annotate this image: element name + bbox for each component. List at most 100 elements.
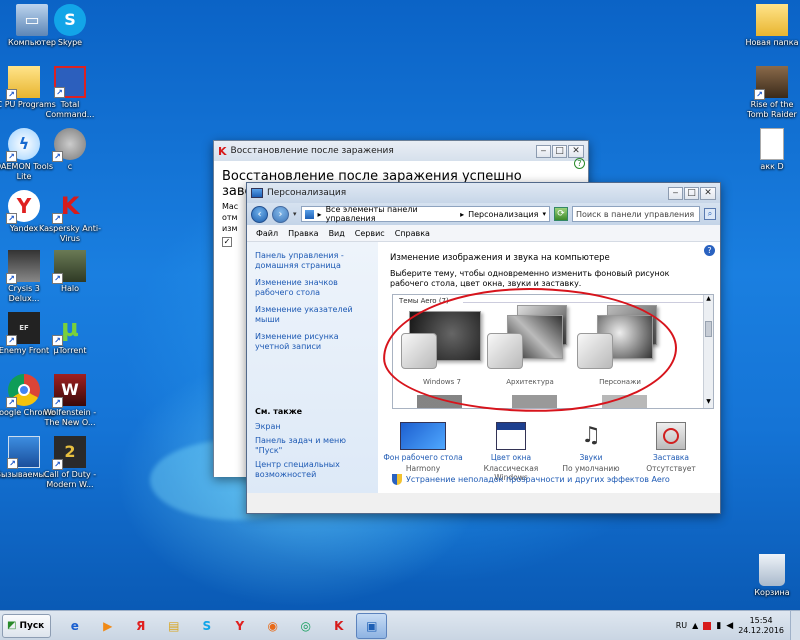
refresh-icon[interactable]: ⟳ (554, 207, 568, 221)
help-icon[interactable]: ? (574, 158, 585, 169)
taskbar-personalization-icon[interactable]: ▣ (356, 612, 388, 639)
shortcut-arrow-icon: ↗ (6, 335, 17, 346)
desktop-background-icon (400, 422, 446, 450)
taskbar-kaspersky-icon[interactable]: K (323, 613, 354, 639)
scroll-down-arrow-icon[interactable]: ▼ (704, 398, 713, 408)
see-also-section: См. также Экран Панель задач и меню "Пус… (255, 407, 373, 487)
taskbar-yandex-icon[interactable]: Я (125, 613, 156, 639)
shortcut-arrow-icon: ↗ (54, 87, 65, 98)
desktop-icon-tomb-raider[interactable]: ↗ Rise of the Tomb Raider (740, 66, 800, 120)
desktop-icon-recycle-bin[interactable]: Корзина (740, 554, 800, 598)
kaspersky-tray-icon[interactable] (703, 621, 712, 630)
minimize-button[interactable]: ‒ (668, 186, 683, 200)
disinfection-titlebar[interactable]: K Восстановление после заражения ‒ □ ✕ (214, 141, 588, 161)
shortcut-arrow-icon: ↗ (52, 397, 63, 408)
account-picture-link[interactable]: Изменение рисунка учетной записи (255, 332, 370, 352)
taskbar: ◩ Пуск e ▶ Я ▤ S Y ◉ ◎ K ▣ RU ▲ ▮ ◀ 15:5… (0, 610, 800, 640)
chevron-right-icon: ▸ (460, 209, 465, 219)
minimize-button[interactable]: ‒ (536, 144, 551, 158)
desktop-icon-kaspersky[interactable]: K ↗ Kaspersky Anti-Virus (38, 190, 102, 244)
clock-time: 15:54 (749, 615, 773, 625)
taskbar-explorer-icon[interactable]: ▤ (158, 613, 189, 639)
chevron-down-icon[interactable]: ▾ (293, 210, 297, 218)
taskbar-ie-icon[interactable]: e (59, 613, 90, 639)
troubleshoot-aero-link[interactable]: Устранение неполадок прозрачности и друг… (406, 475, 670, 484)
main-heading: Изменение изображения и звука на компьют… (390, 253, 610, 263)
window-color-icon (496, 422, 526, 450)
search-placeholder: Поиск в панели управления (576, 209, 695, 219)
search-input[interactable]: Поиск в панели управления (572, 206, 700, 222)
disinfection-window-title: Восстановление после заражения (230, 146, 394, 156)
shortcut-arrow-icon: ↗ (7, 458, 18, 469)
network-icon[interactable]: ▮ (716, 621, 721, 631)
clock-date: 24.12.2016 (738, 625, 784, 635)
desktop-icon-wolfenstein[interactable]: W ↗ Wolfenstein - The New O... (38, 374, 102, 428)
shortcut-arrow-icon: ↗ (6, 213, 17, 224)
taskbar-firefox-icon[interactable]: ◉ (257, 613, 288, 639)
clock[interactable]: 15:54 24.12.2016 (738, 616, 784, 636)
desktop-icon-utorrent[interactable]: µ ↗ µTorrent (38, 312, 102, 356)
desktop-icon-call-of-duty[interactable]: 2 ↗ Call of Duty - Modern W... (38, 436, 102, 490)
desktop-icon-halo[interactable]: ↗ Halo (38, 250, 102, 294)
menu-edit[interactable]: Правка (288, 229, 318, 238)
menu-help[interactable]: Справка (395, 229, 430, 238)
kaspersky-icon: K ↗ (52, 190, 86, 224)
desktop-icon-akk-d[interactable]: акк D (740, 128, 800, 172)
shortcut-arrow-icon: ↗ (52, 151, 63, 162)
screen-saver-item[interactable]: Заставка Отсутствует (628, 422, 714, 473)
taskbar-skype-icon[interactable]: S (191, 613, 222, 639)
window-color-item[interactable]: Цвет окна Классическая Windows (468, 422, 554, 482)
taskbar-start-link[interactable]: Панель задач и меню "Пуск" (255, 436, 373, 456)
breadcrumb-personalization[interactable]: Персонализация (468, 210, 538, 219)
desktop-icon-skype[interactable]: S Skype (38, 4, 102, 48)
breadcrumb-all-items[interactable]: Все элементы панели управления (326, 205, 457, 223)
back-arrow-icon[interactable]: ‹ (251, 205, 268, 223)
menu-tools[interactable]: Сервис (355, 229, 385, 238)
crysis-icon: ↗ (6, 250, 40, 284)
themes-scrollbar[interactable]: ▲ ▼ (703, 295, 713, 408)
shortcut-arrow-icon: ↗ (52, 335, 63, 346)
shortcut-arrow-icon: ↗ (6, 273, 17, 284)
desktop-icon-new-folder[interactable]: Новая папка (740, 4, 800, 48)
menu-file[interactable]: Файл (256, 229, 278, 238)
ease-of-access-link[interactable]: Центр специальных возможностей (255, 460, 373, 480)
language-indicator[interactable]: RU (676, 621, 687, 630)
tomb-raider-icon: ↗ (754, 66, 788, 100)
troubleshoot-row: Устранение неполадок прозрачности и друг… (392, 474, 670, 485)
help-icon[interactable]: ? (704, 245, 715, 256)
option-checkbox[interactable]: ✓ (222, 237, 232, 247)
search-icon[interactable]: ⌕ (704, 208, 716, 220)
shortcut-arrow-icon: ↗ (6, 397, 17, 408)
show-desktop-button[interactable] (790, 610, 800, 640)
left-navigation-pane: Панель управления - домашняя страница Из… (247, 242, 378, 493)
taskbar-yandex-browser-icon[interactable]: Y (224, 613, 255, 639)
forward-arrow-icon[interactable]: › (272, 205, 289, 223)
start-button[interactable]: ◩ Пуск (2, 613, 52, 638)
address-bar[interactable]: ▸ Все элементы панели управления ▸ Персо… (300, 205, 550, 223)
wolfenstein-icon: W ↗ (52, 374, 86, 408)
control-panel-home-link[interactable]: Панель управления - домашняя страница (255, 251, 370, 271)
desktop-icons-link[interactable]: Изменение значков рабочего стола (255, 278, 370, 298)
chrome-center-icon (18, 384, 30, 396)
maximize-button[interactable]: □ (552, 144, 567, 158)
mouse-pointers-link[interactable]: Изменение указателей мыши (255, 305, 370, 325)
taskbar-chrome-icon[interactable]: ◎ (290, 613, 321, 639)
close-button[interactable]: ✕ (700, 186, 716, 200)
folder-icon (756, 4, 788, 36)
personalization-titlebar[interactable]: Персонализация ‒ □ ✕ (247, 183, 720, 203)
desktop-icon-total-commander[interactable]: ↗ Total Command... (38, 66, 102, 120)
tray-expand-icon[interactable]: ▲ (692, 621, 698, 630)
maximize-button[interactable]: □ (684, 186, 699, 200)
close-button[interactable]: ✕ (568, 144, 584, 158)
chevron-down-icon[interactable]: ▾ (542, 210, 546, 218)
chevron-right-icon: ▸ (317, 209, 322, 219)
taskbar-media-player-icon[interactable]: ▶ (92, 613, 123, 639)
desktop-background-item[interactable]: Фон рабочего стола Harmony (380, 422, 466, 473)
scroll-up-arrow-icon[interactable]: ▲ (704, 295, 713, 305)
display-link[interactable]: Экран (255, 422, 373, 432)
scrollbar-thumb[interactable] (705, 321, 712, 337)
sounds-item[interactable]: ♫ Звуки По умолчанию (548, 422, 634, 473)
volume-icon[interactable]: ◀ (726, 621, 733, 631)
menu-view[interactable]: Вид (329, 229, 345, 238)
desktop-icon-c[interactable]: ↗ c (38, 128, 102, 172)
